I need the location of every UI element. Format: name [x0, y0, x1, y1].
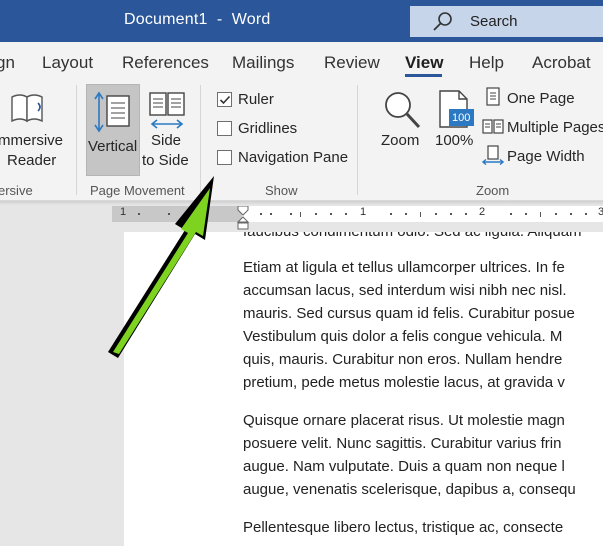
tab-design[interactable]: gn — [0, 53, 15, 73]
page-movement-group-label: Page Movement — [90, 183, 185, 198]
tab-acrobat[interactable]: Acrobat — [532, 53, 591, 73]
paragraph-line: Pellentesque libero lectus, tristique ac… — [243, 519, 564, 536]
multiple-pages-label: Multiple Pages — [507, 119, 603, 136]
tab-view[interactable]: View — [405, 53, 443, 73]
show-group-label: Show — [265, 183, 298, 198]
zoom-100-icon-text: 100 — [452, 112, 471, 124]
paragraph-line: pretium, pede metus molestie lacus, at g… — [243, 374, 565, 391]
gridlines-check-box[interactable] — [217, 121, 232, 136]
paragraph-line: Vestibulum quis dolor a felis congue veh… — [243, 328, 563, 345]
immersive-label-2: Reader — [7, 152, 57, 169]
document-name: Document1 — [124, 11, 208, 28]
side-label-1: Side — [151, 132, 182, 149]
page-100-icon — [439, 90, 474, 128]
paragraph-line: faucibus condimentum odio. Sed ac ligula… — [243, 232, 603, 243]
gridlines-label: Gridlines — [238, 120, 298, 137]
one-page-icon — [486, 87, 500, 106]
paragraph-line: mauris. Sed cursus quam id felis. Curabi… — [243, 305, 575, 322]
checkmark-icon — [219, 95, 231, 105]
paragraph-line: accumsan lacus, sed interdum wisi nibh n… — [243, 282, 567, 299]
group-separator — [200, 85, 201, 195]
search-icon — [433, 12, 452, 31]
page-width-label: Page Width — [507, 148, 585, 165]
search-box[interactable]: Search — [410, 6, 603, 37]
vertical-label: Vertical — [88, 138, 138, 155]
paragraph-line: Quisque ornare placerat risus. Ut molest… — [243, 412, 565, 429]
side-to-side-icon — [149, 92, 185, 129]
page-width-icon — [482, 145, 504, 165]
group-separator — [76, 85, 77, 195]
one-page-label: One Page — [507, 90, 575, 107]
ribbon: mmersive Reader ersive Vertical Side to … — [0, 79, 603, 201]
vertical-scroll-icon — [94, 91, 130, 133]
tab-mailings[interactable]: Mailings — [232, 53, 294, 73]
title-bar: Document1 - Word Search — [0, 0, 603, 42]
app-name: Word — [231, 11, 271, 28]
title-separator: - — [216, 11, 223, 28]
tab-review[interactable]: Review — [324, 53, 380, 73]
paragraph-line: Etiam at ligula et tellus ullamcorper ul… — [243, 259, 565, 276]
active-tab-indicator — [405, 74, 442, 77]
immersive-label-1: mmersive — [0, 132, 64, 149]
tab-help[interactable]: Help — [469, 53, 504, 73]
ribbon-shadow — [0, 201, 603, 205]
zoom-label: Zoom — [381, 132, 420, 149]
document-page[interactable]: faucibus condimentum odio. Sed ac ligula… — [124, 232, 603, 546]
tab-layout[interactable]: Layout — [42, 53, 93, 73]
magnifier-icon — [385, 92, 421, 129]
zoom-100-label: 100% — [435, 132, 474, 149]
immersive-group-label: ersive — [0, 183, 33, 198]
side-label-2: to Side — [142, 152, 189, 169]
ruler-label: Ruler — [238, 91, 274, 108]
navigation-pane-check-box[interactable] — [217, 150, 232, 165]
window-title: Document1 - Word — [124, 11, 271, 29]
vertical-button[interactable]: Vertical — [86, 84, 140, 176]
tab-references[interactable]: References — [122, 53, 209, 73]
search-label: Search — [470, 13, 518, 30]
ribbon-tabs: gn Layout References Mailings Review Vie… — [0, 42, 603, 79]
paragraph-line: augue. Nam vulputate. Duis a quam non ne… — [243, 458, 565, 475]
zoom-group-label: Zoom — [476, 183, 510, 198]
immersive-reader-icon — [11, 94, 43, 123]
ruler-ticks — [138, 206, 587, 230]
navigation-pane-label: Navigation Pane — [238, 149, 349, 166]
paragraph-line: quis, mauris. Curabitur non eros. Nullam… — [243, 351, 563, 368]
ruler-check-box[interactable] — [217, 92, 232, 107]
paragraph-line: augue, venenatis scelerisque, dapibus a,… — [243, 481, 576, 498]
paragraph-line: posuere velit. Nunc sagittis. Curabitur … — [243, 435, 562, 452]
multiple-pages-icon — [482, 119, 504, 134]
group-separator — [357, 85, 358, 195]
